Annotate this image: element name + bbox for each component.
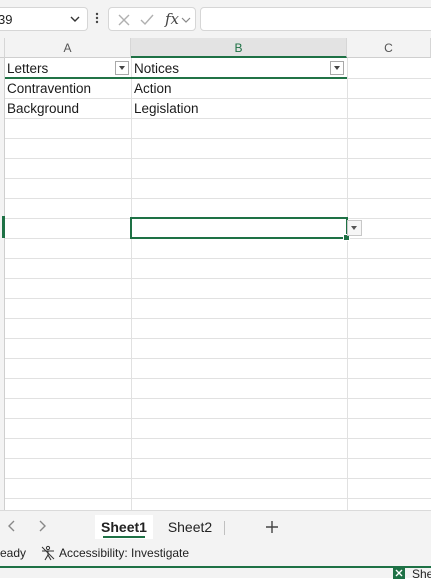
grid-line bbox=[5, 178, 431, 179]
active-tab-underline bbox=[103, 536, 145, 538]
grid-line bbox=[5, 418, 431, 419]
active-cell[interactable] bbox=[130, 217, 350, 241]
grid-line bbox=[5, 198, 431, 199]
formula-buttons: fx bbox=[108, 7, 196, 31]
table-header-letters[interactable]: Letters bbox=[7, 58, 112, 78]
status-divider bbox=[0, 566, 431, 568]
filter-dropdown-icon[interactable] bbox=[330, 61, 344, 75]
filter-dropdown-icon[interactable] bbox=[115, 61, 129, 75]
grid-line bbox=[5, 158, 431, 159]
grid-line bbox=[5, 258, 431, 259]
accessibility-status[interactable]: Accessibility: Investigate bbox=[59, 546, 189, 560]
tab-label: Sheet1 bbox=[101, 519, 147, 535]
grid-line bbox=[347, 58, 348, 510]
table-cell[interactable]: Background bbox=[7, 98, 129, 118]
cancel-icon[interactable] bbox=[117, 13, 131, 27]
grid-line bbox=[131, 58, 132, 510]
grid-line bbox=[5, 498, 431, 499]
worksheet-grid[interactable]: A B C Letters Notices Contravention Acti… bbox=[0, 38, 431, 510]
active-row-marker bbox=[2, 216, 5, 238]
column-header-c[interactable]: C bbox=[347, 38, 431, 58]
table-cell[interactable]: Action bbox=[134, 78, 344, 98]
status-ready: eady bbox=[0, 546, 27, 560]
chevron-down-icon[interactable] bbox=[181, 13, 191, 27]
more-options-icon[interactable] bbox=[94, 11, 100, 25]
chevron-down-icon[interactable] bbox=[69, 13, 81, 25]
grid-line bbox=[5, 338, 431, 339]
table-cell[interactable]: Legislation bbox=[134, 98, 344, 118]
formula-input[interactable] bbox=[200, 7, 431, 31]
grid-line bbox=[5, 398, 431, 399]
sheet-view-label: She bbox=[412, 567, 431, 581]
grid-line bbox=[5, 278, 431, 279]
excel-sheet-icon bbox=[393, 567, 405, 579]
sheet-tabs-bar: Sheet1 Sheet2 bbox=[0, 510, 431, 542]
table-header-notices[interactable]: Notices bbox=[134, 58, 324, 78]
insert-function-icon[interactable]: fx bbox=[165, 10, 179, 28]
check-icon[interactable] bbox=[140, 13, 154, 27]
formula-bar: 39 fx bbox=[0, 0, 431, 38]
grid-line bbox=[5, 438, 431, 439]
add-sheet-icon[interactable] bbox=[263, 518, 281, 536]
row-header-strip[interactable] bbox=[0, 58, 5, 510]
chevron-left-icon[interactable] bbox=[5, 519, 19, 533]
column-header-a[interactable]: A bbox=[5, 38, 131, 58]
grid-line bbox=[5, 478, 431, 479]
grid-line bbox=[5, 378, 431, 379]
accessibility-icon[interactable] bbox=[40, 545, 56, 561]
name-box-value: 39 bbox=[0, 12, 13, 27]
column-header-b[interactable]: B bbox=[131, 38, 347, 58]
tab-separator bbox=[224, 521, 225, 535]
grid-line bbox=[5, 118, 431, 119]
grid-line bbox=[5, 358, 431, 359]
grid-line bbox=[5, 138, 431, 139]
tab-sheet1[interactable]: Sheet1 bbox=[95, 515, 153, 539]
cell-dropdown-icon[interactable] bbox=[347, 220, 362, 236]
grid-line bbox=[5, 458, 431, 459]
grid-line bbox=[5, 318, 431, 319]
chevron-right-icon[interactable] bbox=[35, 519, 49, 533]
tab-sheet2[interactable]: Sheet2 bbox=[162, 515, 218, 539]
name-box[interactable]: 39 bbox=[0, 7, 88, 31]
table-cell[interactable]: Contravention bbox=[7, 78, 129, 98]
status-bar: eady Accessibility: Investigate She bbox=[0, 542, 431, 581]
grid-line bbox=[5, 298, 431, 299]
